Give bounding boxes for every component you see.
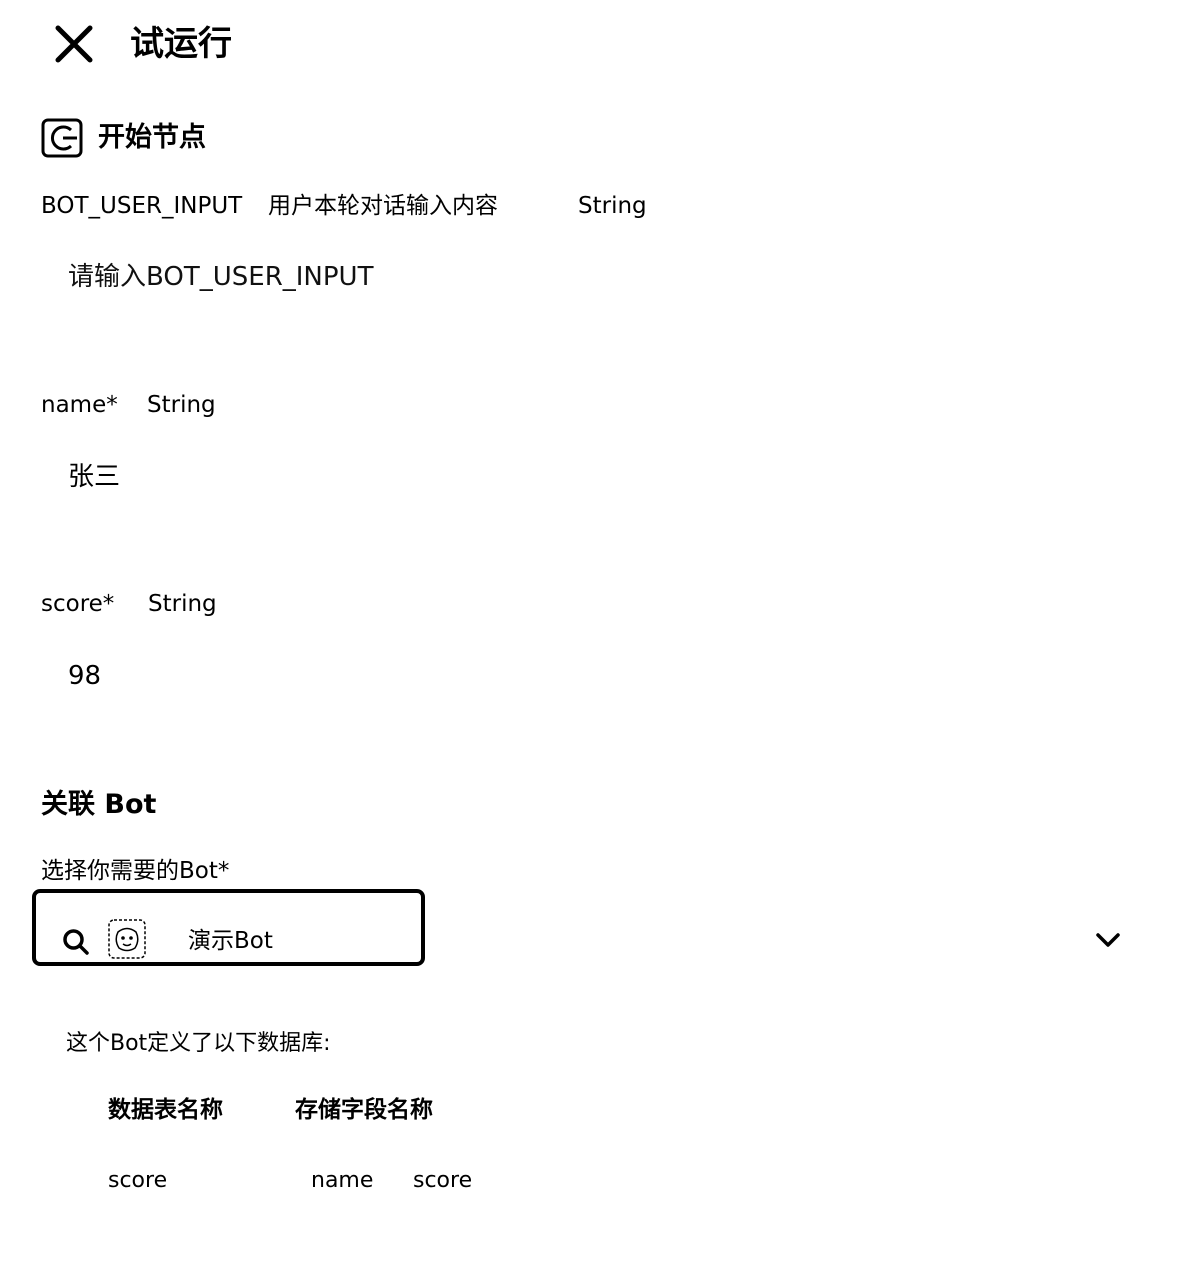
close-button[interactable] [52,22,96,66]
name-label: name* [41,392,118,418]
bot-user-input-field[interactable]: 请输入BOT_USER_INPUT [68,259,373,295]
db-column-table-name: 数据表名称 [108,1097,223,1123]
selected-bot-name: 演示Bot [188,928,273,954]
start-node-icon [41,118,83,158]
close-icon [55,25,93,63]
page-title: 试运行 [130,24,232,64]
bot-user-input-description: 用户本轮对话输入内容 [268,193,498,219]
search-icon [62,928,90,956]
score-label: score* [41,591,115,617]
db-column-field-names: 存储字段名称 [295,1097,433,1123]
score-field[interactable]: 98 [68,658,101,694]
bot-select-label: 选择你需要的Bot* [41,858,230,884]
name-type: String [147,392,216,418]
chevron-down-icon[interactable] [1094,928,1122,952]
bot-avatar-icon [107,918,147,960]
name-field[interactable]: 张三 [68,459,120,495]
start-node-title: 开始节点 [98,122,206,153]
db-row-field: name [311,1168,374,1193]
db-row-table-name: score [108,1168,168,1193]
bot-user-input-label: BOT_USER_INPUT [41,193,243,219]
db-row-field: score [413,1168,473,1193]
bot-user-input-type: String [578,193,647,219]
score-type: String [148,591,217,617]
database-intro: 这个Bot定义了以下数据库: [66,1031,331,1056]
bot-section-title: 关联 Bot [41,789,157,820]
